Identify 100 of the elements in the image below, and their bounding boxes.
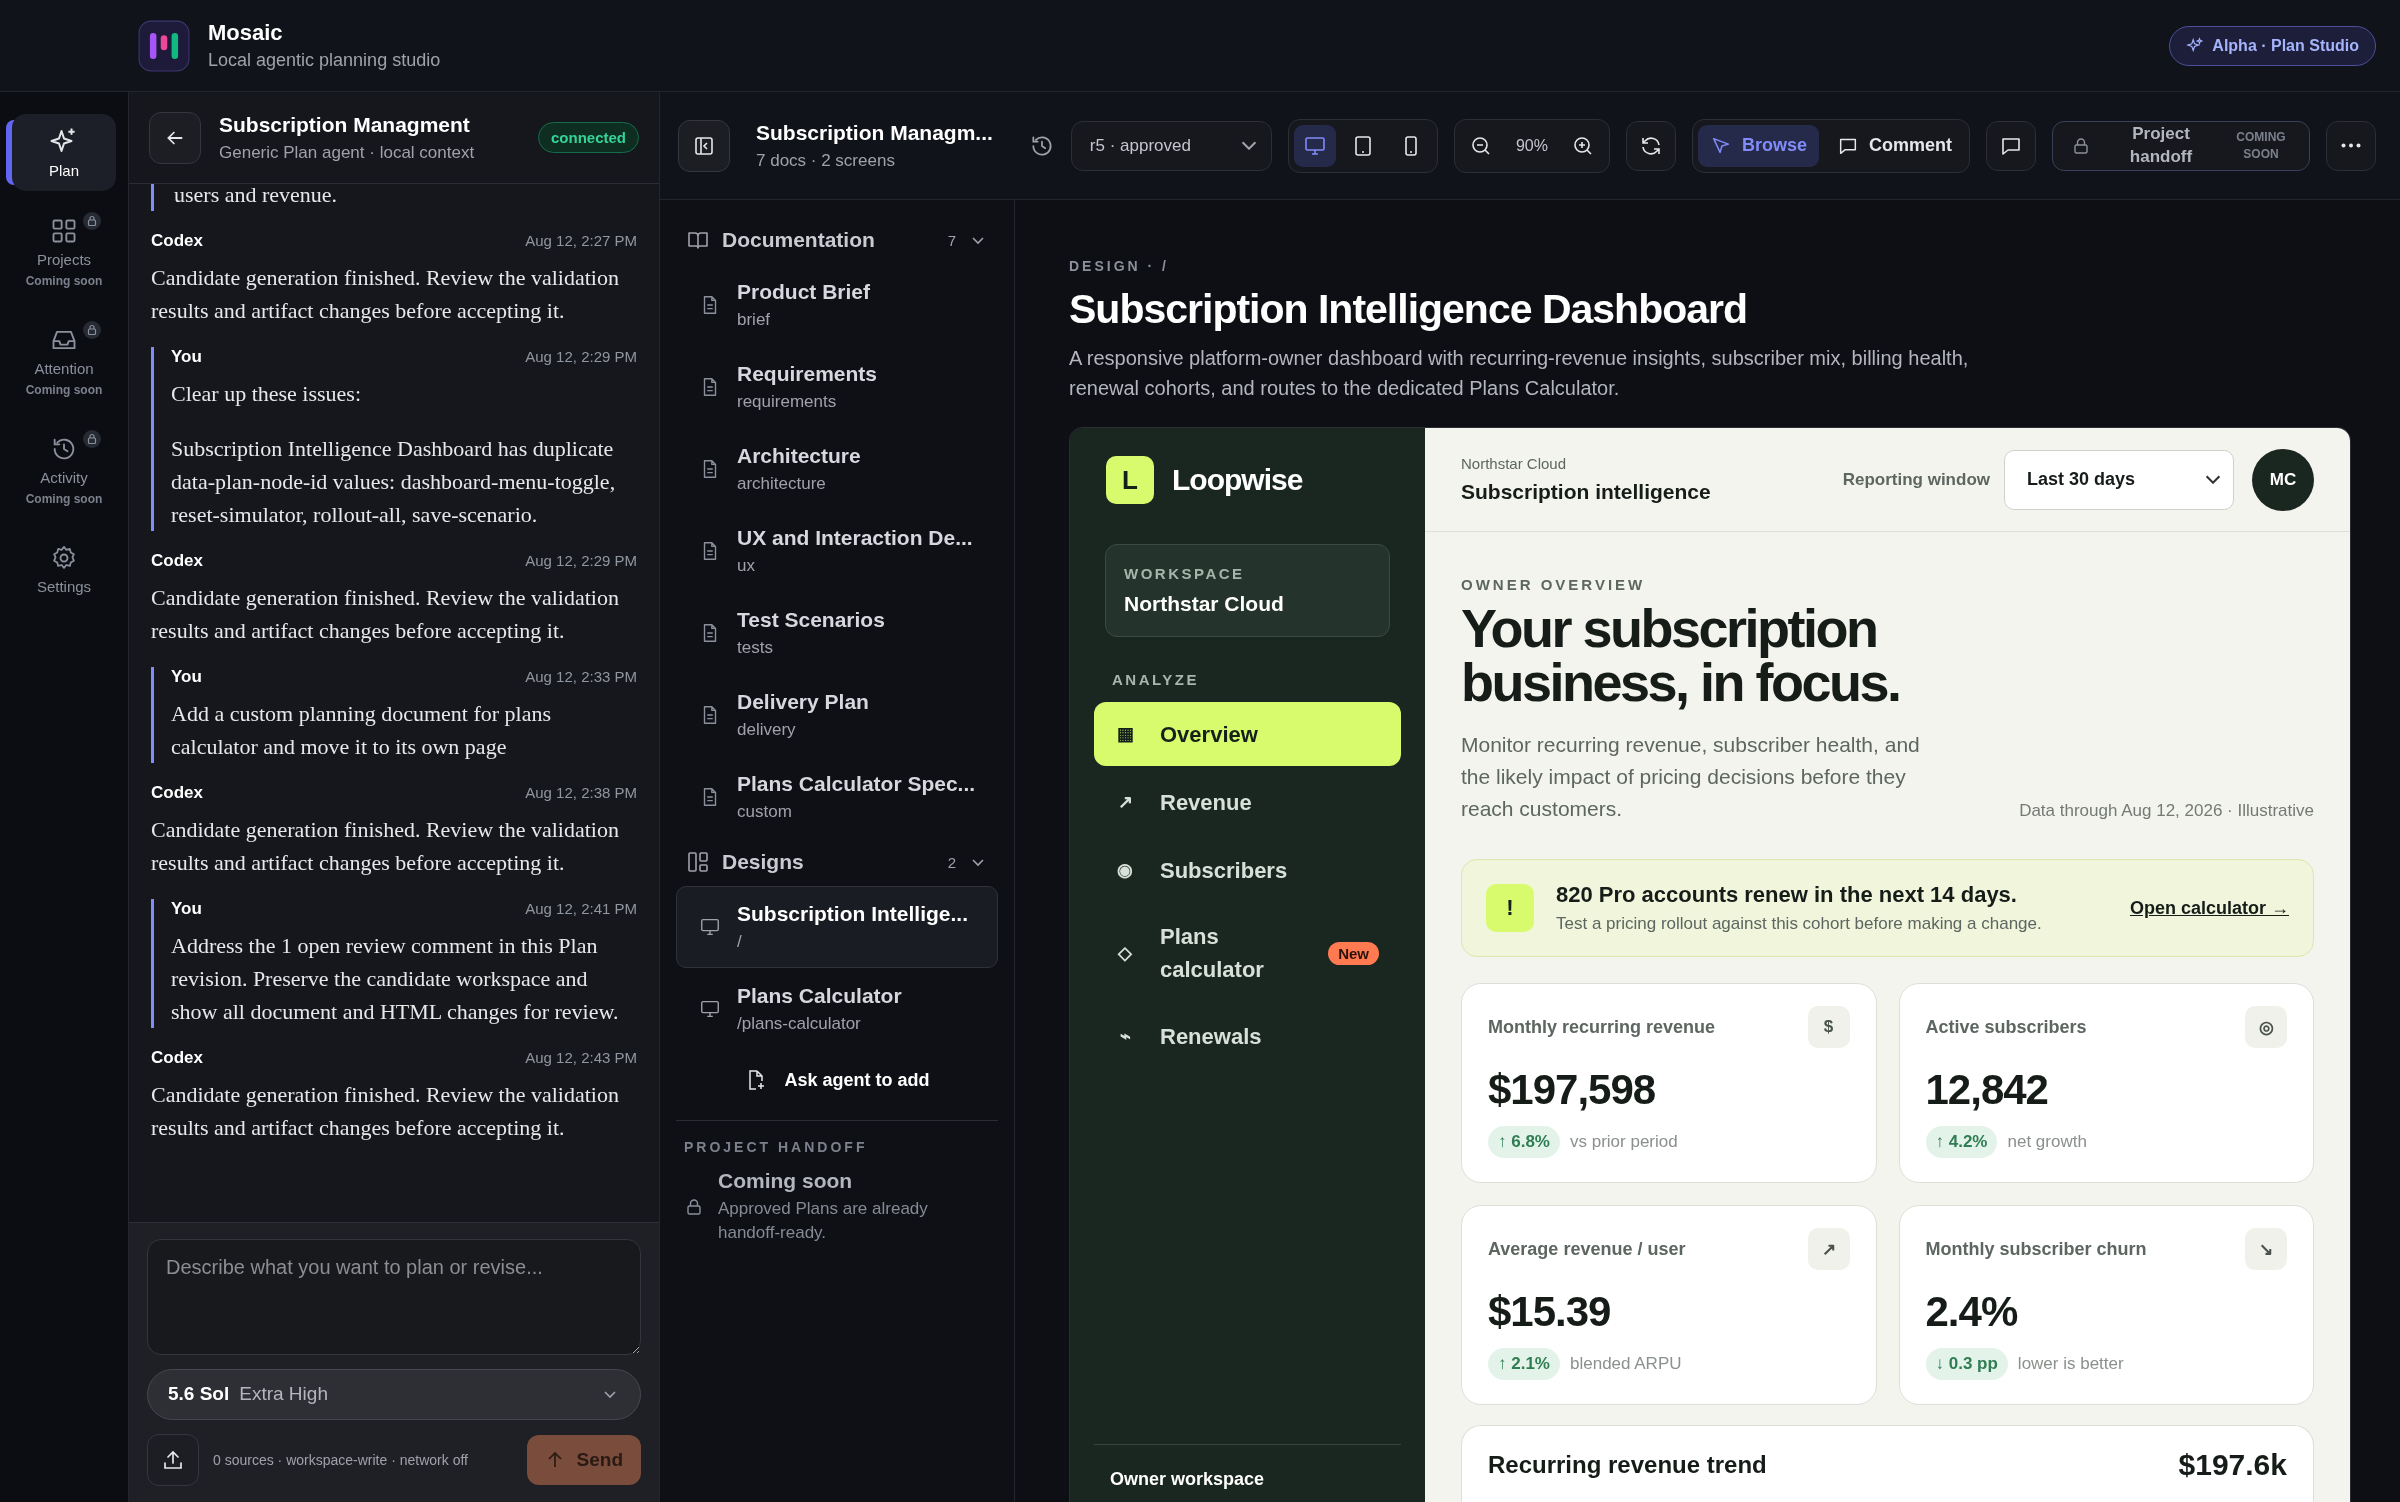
metric-value: $197,598 bbox=[1488, 1066, 1657, 1114]
metric-label: Average revenue / user bbox=[1488, 1238, 1686, 1260]
comments-button[interactable] bbox=[1986, 120, 2036, 171]
coming-soon-note: Coming soon bbox=[25, 383, 103, 397]
message-text: Add a custom planning document for plans calculator and move it to its own page bbox=[171, 700, 553, 761]
open-calculator-link[interactable]: Open calculator → bbox=[2129, 897, 2289, 919]
delta-badge: ↓ 0.3 pp bbox=[1925, 1348, 2008, 1380]
upload-icon bbox=[161, 1448, 185, 1472]
handoff-title: Coming soon bbox=[718, 1169, 854, 1193]
nav-item[interactable]: ◉ Subscribers bbox=[1094, 838, 1401, 902]
desktop-view-button[interactable] bbox=[1293, 124, 1336, 167]
model-select[interactable]: 5.6 Sol Extra High bbox=[147, 1368, 641, 1420]
headline: Your subscription business, in focus. bbox=[1461, 601, 1901, 709]
coming-soon-note: Coming soon bbox=[25, 274, 103, 288]
document-item[interactable]: Product Brief brief bbox=[676, 264, 998, 346]
message-author: You bbox=[171, 347, 202, 367]
metric-icon: ↗ bbox=[1807, 1228, 1850, 1270]
metric-note: blended ARPU bbox=[1570, 1354, 1682, 1374]
sparkle-icon bbox=[2186, 36, 2205, 55]
screen-title: Subscription Intelligence Dashboard bbox=[1069, 286, 1749, 333]
connection-status-badge: connected bbox=[538, 122, 639, 153]
sidebar-toggle-button[interactable] bbox=[678, 119, 730, 172]
message-author: Codex bbox=[151, 783, 203, 803]
message-text: users and revenue. bbox=[151, 184, 637, 211]
eyebrow: OWNER OVERVIEW bbox=[1461, 576, 1647, 593]
avatar[interactable]: MC bbox=[2252, 448, 2314, 511]
nav-item[interactable]: ⌁ Renewals bbox=[1094, 1004, 1401, 1068]
message-time: Aug 12, 2:27 PM bbox=[525, 232, 637, 249]
brand-name: Loopwise bbox=[1172, 463, 1303, 497]
document-item[interactable]: Architecture architecture bbox=[676, 428, 998, 510]
document-item[interactable]: Requirements requirements bbox=[676, 346, 998, 428]
metric-note: lower is better bbox=[2017, 1354, 2124, 1374]
message-time: Aug 12, 2:43 PM bbox=[525, 1049, 637, 1066]
org-name: Northstar Cloud bbox=[1461, 455, 1568, 472]
section-heading: PROJECT HANDOFF bbox=[684, 1139, 869, 1155]
delta-badge: ↑ 2.1% bbox=[1488, 1348, 1560, 1380]
app-name: Mosaic bbox=[208, 20, 284, 46]
nav-heading: ANALYZE bbox=[1112, 671, 1200, 688]
document-item[interactable]: Plans Calculator Spec... custom bbox=[676, 756, 998, 838]
new-badge: New bbox=[1328, 941, 1379, 965]
metric-note: net growth bbox=[2007, 1132, 2087, 1152]
metric-label: Monthly subscriber churn bbox=[1925, 1238, 2147, 1260]
message-author: You bbox=[171, 899, 202, 919]
message-text: Address the 1 open review comment in this Plan revision. Preserve the candidate workspace and show all document and HTML changes for review. bbox=[171, 932, 620, 1026]
metric-icon: ↘ bbox=[2245, 1228, 2287, 1270]
nav-item[interactable]: ◇ Plans calculator New bbox=[1094, 906, 1401, 1000]
reporting-window-select[interactable]: Last 30 days bbox=[2004, 449, 2234, 510]
project-handoff-button[interactable]: Project handoff COMING SOON bbox=[2052, 120, 2310, 171]
message-time: Aug 12, 2:29 PM bbox=[525, 552, 637, 569]
reporting-window-label: Reporting window bbox=[1842, 469, 1990, 490]
section-count: 7 bbox=[947, 231, 956, 249]
mode-button[interactable]: Browse bbox=[1697, 124, 1819, 167]
refresh-button[interactable] bbox=[1625, 120, 1676, 171]
message-author: Codex bbox=[151, 551, 203, 571]
intro-text: Monitor recurring revenue, subscriber health, and the likely impact of pricing decisions before they reach customers. bbox=[1461, 732, 1921, 822]
document-item[interactable]: Test Scenarios tests bbox=[676, 592, 998, 674]
message-time: Aug 12, 2:33 PM bbox=[525, 668, 637, 685]
message-text: Clear up these issues: bbox=[171, 380, 363, 408]
back-button[interactable] bbox=[149, 111, 201, 164]
workspace-switcher[interactable]: WORKSPACE Northstar Cloud bbox=[1105, 544, 1390, 637]
plan-title: Subscription Managment bbox=[219, 112, 471, 137]
chevron-down-icon bbox=[2205, 475, 2221, 484]
rail-item[interactable]: Settings bbox=[12, 532, 116, 607]
studio-badge[interactable]: Alpha · Plan Studio bbox=[2169, 25, 2376, 66]
section-header[interactable]: Designs 2 bbox=[676, 838, 998, 886]
app-subtitle: Local agentic planning studio bbox=[208, 50, 441, 71]
rail-item[interactable]: Attention Coming soon bbox=[12, 314, 116, 409]
settings-icon bbox=[50, 544, 78, 572]
document-item[interactable]: Delivery Plan delivery bbox=[676, 674, 998, 756]
document-item[interactable]: Subscription Intellige... / bbox=[676, 886, 998, 968]
rail-item[interactable]: Activity Coming soon bbox=[12, 423, 116, 518]
trend-title: Recurring revenue trend bbox=[1488, 1451, 1767, 1479]
metric-value: 12,842 bbox=[1925, 1066, 2049, 1114]
revision-select[interactable]: r5 · approved bbox=[1070, 120, 1272, 171]
monitor-icon bbox=[699, 916, 721, 938]
breadcrumb: DESIGN · / bbox=[1069, 258, 1170, 274]
metric-label: Monthly recurring revenue bbox=[1488, 1016, 1716, 1038]
chevron-down-icon bbox=[1240, 141, 1257, 150]
ask-agent-button[interactable]: Ask agent to add bbox=[730, 1054, 944, 1106]
nav-item[interactable]: ↗ Revenue bbox=[1094, 770, 1401, 834]
message-author: Codex bbox=[151, 1048, 203, 1068]
delta-badge: ↑ 6.8% bbox=[1488, 1126, 1560, 1158]
message-time: Aug 12, 2:29 PM bbox=[525, 348, 637, 365]
metric-value: 2.4% bbox=[1925, 1288, 2019, 1336]
document-item[interactable]: UX and Interaction De... ux bbox=[676, 510, 998, 592]
upload-button[interactable] bbox=[147, 1434, 199, 1486]
trend-value: $197.6k bbox=[2178, 1448, 2287, 1482]
mode-button[interactable]: Comment bbox=[1825, 124, 1964, 167]
rail-item[interactable]: Projects Coming soon bbox=[12, 205, 116, 300]
alert-title: 820 Pro accounts renew in the next 14 days. bbox=[1556, 882, 2018, 908]
nav-item[interactable]: ▦ Overview bbox=[1094, 702, 1401, 766]
delta-badge: ↑ 4.2% bbox=[1925, 1126, 1998, 1158]
message-input[interactable]: Describe what you want to plan or revise... bbox=[147, 1239, 641, 1355]
section-header[interactable]: Documentation 7 bbox=[676, 216, 998, 264]
message-text: Candidate generation finished. Review the validation results and artifact changes before accepting it. bbox=[151, 584, 620, 645]
lock-icon bbox=[2071, 135, 2091, 156]
footer-label: Owner workspace bbox=[1110, 1469, 1265, 1489]
message-text: Candidate generation finished. Review the validation results and artifact changes before accepting it. bbox=[151, 264, 620, 325]
metric-note: vs prior period bbox=[1570, 1132, 1678, 1152]
document-item[interactable]: Plans Calculator /plans-calculator bbox=[676, 968, 998, 1050]
